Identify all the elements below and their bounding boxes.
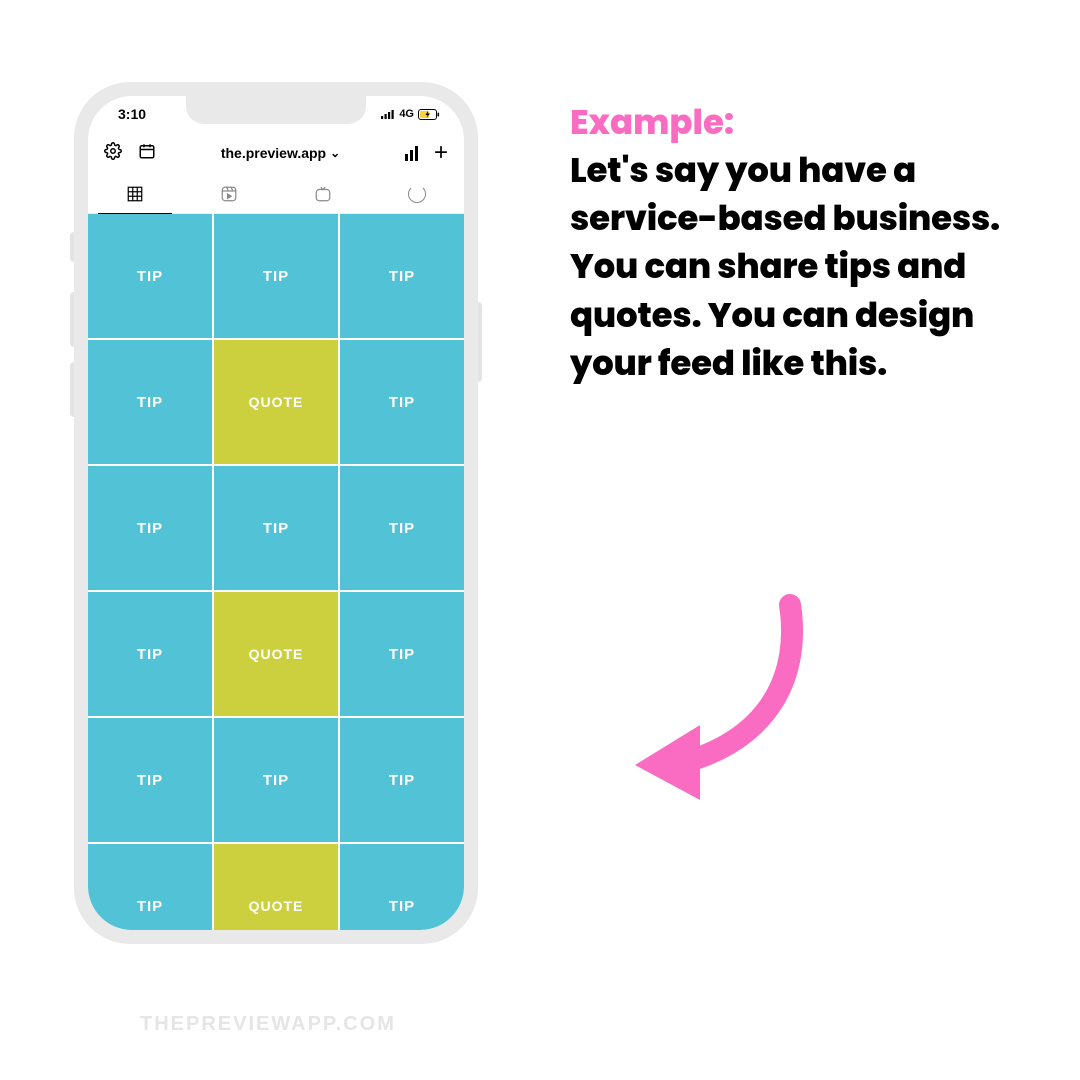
tile-label: TIP — [263, 268, 289, 285]
tile-label: TIP — [137, 520, 163, 537]
tab-grid[interactable] — [88, 174, 182, 213]
account-switcher[interactable]: the.preview.app ⌄ — [221, 145, 340, 161]
feed-tile[interactable]: QUOTE — [214, 340, 338, 464]
tile-label: TIP — [263, 520, 289, 537]
feed-tile[interactable]: QUOTE — [214, 844, 338, 930]
tile-label: TIP — [389, 898, 415, 915]
account-name: the.preview.app — [221, 145, 326, 161]
feed-tile[interactable]: TIP — [340, 718, 464, 842]
phone-notch — [186, 96, 366, 124]
tile-label: QUOTE — [249, 898, 304, 914]
tile-label: TIP — [137, 268, 163, 285]
app-toolbar: the.preview.app ⌄ + — [88, 132, 464, 174]
tile-label: TIP — [137, 646, 163, 663]
tab-reels[interactable] — [182, 174, 276, 213]
signal-icon — [381, 109, 395, 119]
feed-tile[interactable]: TIP — [214, 466, 338, 590]
phone-side-button — [478, 302, 482, 382]
feed-tile[interactable]: TIP — [88, 214, 212, 338]
battery-icon — [418, 109, 440, 120]
feed-tile[interactable]: TIP — [340, 844, 464, 930]
gear-icon[interactable] — [104, 142, 122, 165]
example-heading: Example: — [570, 98, 734, 146]
feed-tile[interactable]: TIP — [88, 340, 212, 464]
status-time: 3:10 — [118, 106, 146, 122]
phone-side-button — [70, 362, 74, 417]
tile-label: TIP — [389, 520, 415, 537]
feed-grid[interactable]: TIP TIP TIP TIP QUOTE TIP TIP TIP TIP TI… — [88, 214, 464, 930]
tile-label: QUOTE — [249, 646, 304, 662]
phone-side-button — [70, 232, 74, 262]
tile-label: TIP — [263, 772, 289, 789]
tile-label: TIP — [137, 394, 163, 411]
phone-screen: 3:10 4G — [88, 96, 464, 930]
add-button[interactable]: + — [434, 141, 448, 165]
tile-label: TIP — [389, 772, 415, 789]
spinner-icon — [408, 185, 426, 203]
watermark: THEPREVIEWAPP.COM — [140, 1013, 396, 1036]
feed-tile[interactable]: TIP — [88, 592, 212, 716]
feed-tile[interactable]: TIP — [88, 466, 212, 590]
example-body: Let's say you have a service-based busin… — [570, 146, 1030, 387]
tile-label: QUOTE — [249, 394, 304, 410]
feed-tile[interactable]: TIP — [340, 340, 464, 464]
feed-tile[interactable]: TIP — [88, 718, 212, 842]
feed-tile[interactable]: TIP — [340, 592, 464, 716]
network-label: 4G — [399, 108, 414, 120]
analytics-icon[interactable] — [405, 145, 418, 161]
feed-tile[interactable]: QUOTE — [214, 592, 338, 716]
phone-side-button — [70, 292, 74, 347]
feed-tile[interactable]: TIP — [214, 214, 338, 338]
phone-frame: 3:10 4G — [74, 82, 478, 944]
tab-stories[interactable] — [370, 174, 464, 213]
tile-label: TIP — [137, 772, 163, 789]
feed-tile[interactable]: TIP — [340, 466, 464, 590]
feed-tile[interactable]: TIP — [88, 844, 212, 930]
feed-tile[interactable]: TIP — [340, 214, 464, 338]
tile-label: TIP — [389, 394, 415, 411]
arrow-icon — [600, 580, 830, 815]
calendar-icon[interactable] — [138, 142, 156, 165]
tile-label: TIP — [389, 646, 415, 663]
tile-label: TIP — [389, 268, 415, 285]
view-tabs — [88, 174, 464, 214]
tab-igtv[interactable] — [276, 174, 370, 213]
tile-label: TIP — [137, 898, 163, 915]
chevron-down-icon: ⌄ — [330, 146, 340, 160]
feed-tile[interactable]: TIP — [214, 718, 338, 842]
